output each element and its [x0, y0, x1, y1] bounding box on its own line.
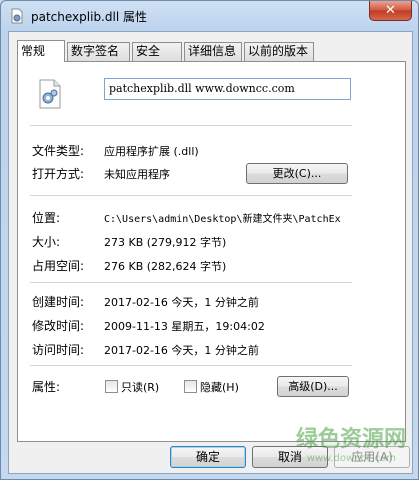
properties-window: patchexplib.dll 属性 ✕ 常规 数字签名 安全 详细信息 以前的… [0, 0, 419, 480]
file-type-label: 文件类型: [32, 144, 85, 158]
hidden-label[interactable]: 隐藏(H) [200, 379, 239, 395]
created-label: 创建时间: [32, 295, 85, 309]
title-bar[interactable]: patchexplib.dll 属性 ✕ [1, 1, 418, 31]
opens-with-label: 打开方式: [32, 167, 85, 181]
dll-file-icon [39, 79, 61, 109]
tab-security[interactable]: 安全 [132, 42, 182, 61]
separator [30, 282, 352, 283]
separator [30, 365, 352, 366]
readonly-label[interactable]: 只读(R) [121, 379, 159, 395]
window-title: patchexplib.dll 属性 [31, 10, 147, 24]
size-on-disk-label: 占用空间: [32, 259, 85, 273]
accessed-label: 访问时间: [32, 343, 85, 357]
apply-button[interactable]: 应用(A) [334, 446, 410, 468]
created-value: 2017-02-16 今天，1 分钟之前 [104, 296, 259, 309]
cancel-button[interactable]: 取消 [252, 446, 328, 468]
tab-general[interactable]: 常规 [17, 40, 65, 62]
file-type-value: 应用程序扩展 (.dll) [104, 145, 199, 158]
dll-file-icon [11, 8, 23, 24]
attributes-label: 属性: [32, 380, 61, 394]
size-on-disk-value: 276 KB (282,624 字节) [104, 260, 227, 273]
tab-previous-versions[interactable]: 以前的版本 [244, 42, 314, 61]
size-value: 273 KB (279,912 字节) [104, 236, 227, 249]
location-label: 位置: [32, 211, 61, 225]
separator [30, 195, 352, 196]
modified-label: 修改时间: [32, 319, 85, 333]
ok-button[interactable]: 确定 [170, 446, 246, 468]
dialog-client: 常规 数字签名 安全 详细信息 以前的版本 patchexplib.dll ww… [8, 31, 413, 474]
opens-with-value: 未知应用程序 [104, 168, 170, 181]
tab-details[interactable]: 详细信息 [184, 42, 242, 61]
general-panel: patchexplib.dll www.downcc.com 文件类型: 应用程… [17, 61, 406, 442]
advanced-button[interactable]: 高级(D)... [277, 376, 349, 397]
change-button[interactable]: 更改(C)... [246, 163, 348, 184]
separator [30, 125, 352, 126]
close-button[interactable]: ✕ [369, 1, 412, 21]
modified-value: 2009-11-13 星期五，19:04:02 [104, 320, 265, 333]
file-name-input[interactable]: patchexplib.dll www.downcc.com [104, 78, 351, 100]
size-label: 大小: [32, 235, 61, 249]
accessed-value: 2017-02-16 今天，1 分钟之前 [104, 344, 259, 357]
tab-digital-signatures[interactable]: 数字签名 [67, 42, 130, 61]
hidden-checkbox[interactable] [184, 380, 197, 393]
readonly-checkbox[interactable] [105, 380, 118, 393]
location-value: C:\Users\admin\Desktop\新建文件夹\PatchEx [104, 214, 341, 225]
